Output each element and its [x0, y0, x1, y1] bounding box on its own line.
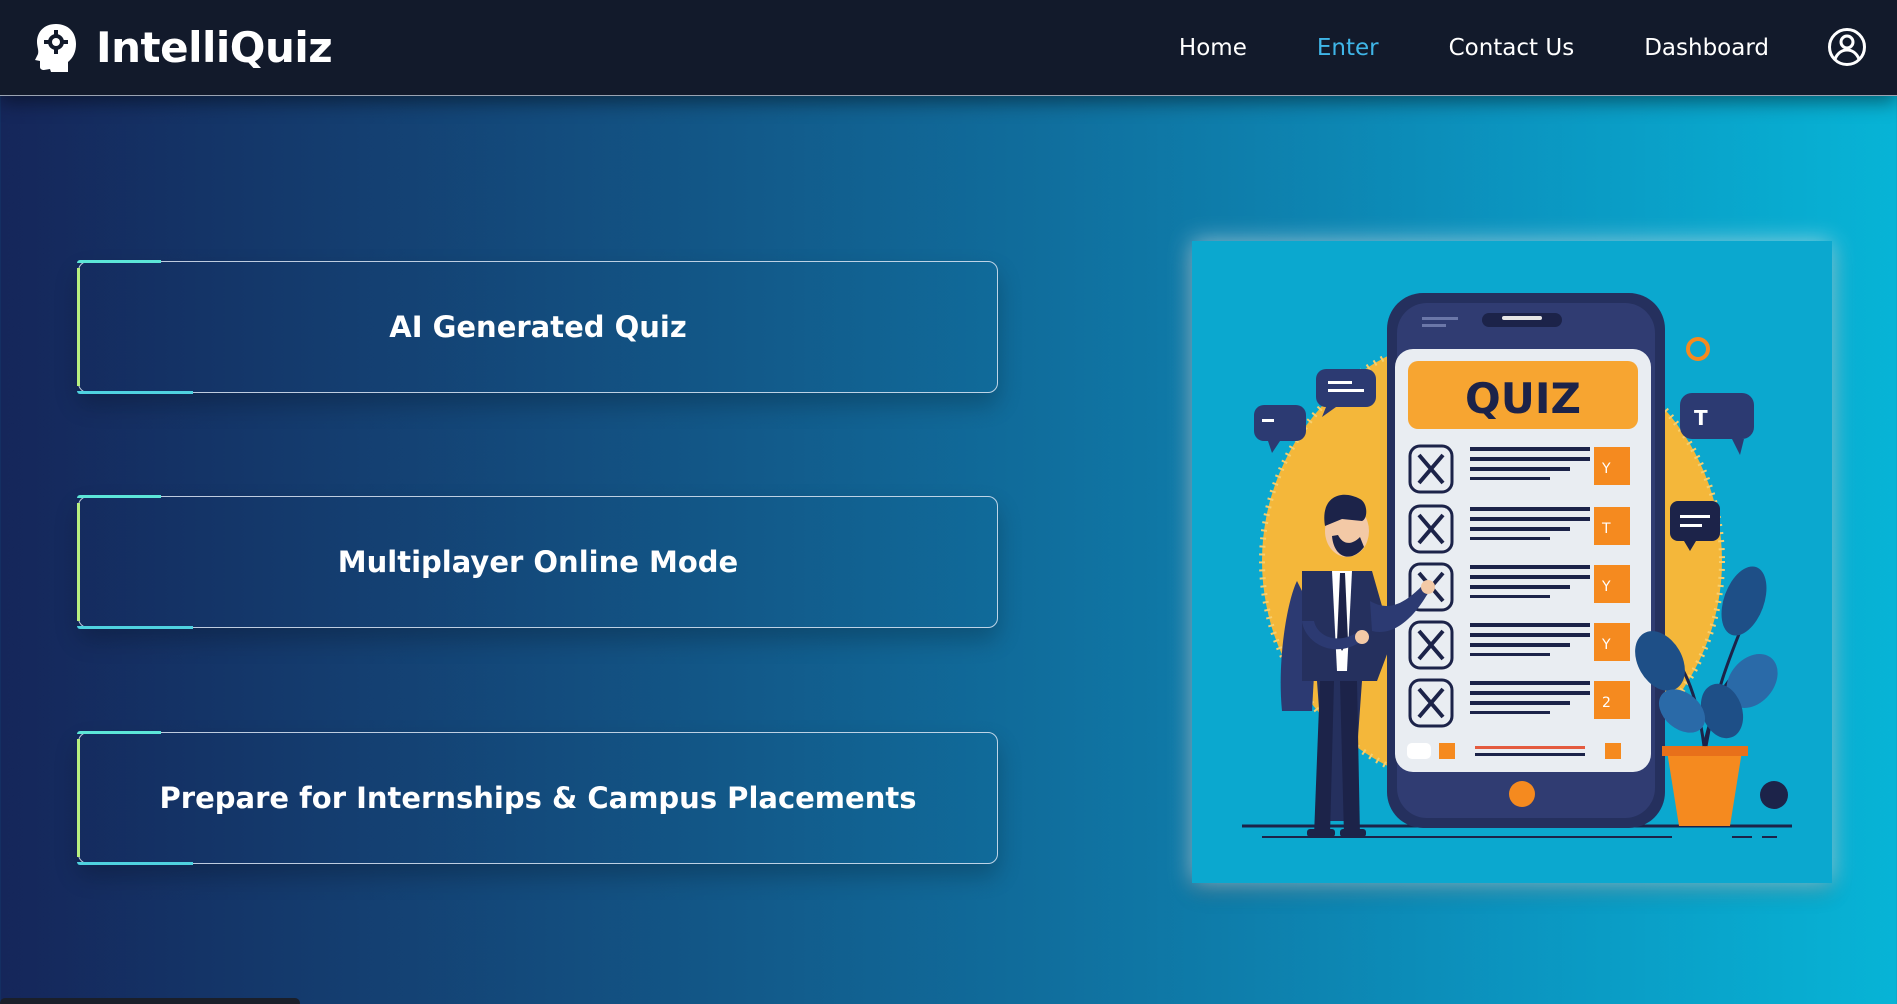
- user-circle-icon[interactable]: [1827, 27, 1867, 67]
- feature-label: Prepare for Internships & Campus Placeme…: [159, 781, 917, 815]
- row-mark-1: Y: [1601, 461, 1611, 477]
- nav-links: Home Enter Contact Us Dashboard: [1179, 0, 1769, 96]
- quiz-illustration-image: QUIZ Y T Y Y 2 T: [1242, 293, 1792, 838]
- row-mark-3: Y: [1601, 579, 1611, 595]
- brain-gear-icon: [35, 24, 76, 72]
- feature-label: Multiplayer Online Mode: [337, 545, 739, 579]
- feature-prepare-placements[interactable]: Prepare for Internships & Campus Placeme…: [77, 731, 998, 865]
- horizontal-scrollbar[interactable]: [0, 998, 300, 1004]
- nav-contact-us[interactable]: Contact Us: [1449, 35, 1575, 61]
- feature-label: AI Generated Quiz: [389, 310, 687, 344]
- nav-dashboard[interactable]: Dashboard: [1644, 35, 1769, 61]
- card-accent: [77, 739, 80, 857]
- quiz-heading: QUIZ: [1465, 374, 1581, 423]
- card-accent: [77, 268, 80, 386]
- brand[interactable]: IntelliQuiz: [34, 22, 333, 72]
- row-mark-2: T: [1601, 521, 1611, 537]
- card-accent: [77, 503, 80, 621]
- quiz-illustration: QUIZ Y T Y Y 2 T: [1192, 241, 1832, 883]
- feature-multiplayer-online-mode[interactable]: Multiplayer Online Mode: [77, 495, 998, 629]
- bubble-text: T: [1694, 406, 1708, 430]
- nav-home[interactable]: Home: [1179, 35, 1247, 61]
- feature-ai-generated-quiz[interactable]: AI Generated Quiz: [77, 260, 998, 394]
- row-mark-5: 2: [1602, 695, 1611, 711]
- navbar: IntelliQuiz Home Enter Contact Us Dashbo…: [0, 0, 1897, 96]
- nav-enter[interactable]: Enter: [1317, 35, 1379, 61]
- row-mark-4: Y: [1601, 637, 1611, 653]
- brand-name: IntelliQuiz: [96, 22, 333, 72]
